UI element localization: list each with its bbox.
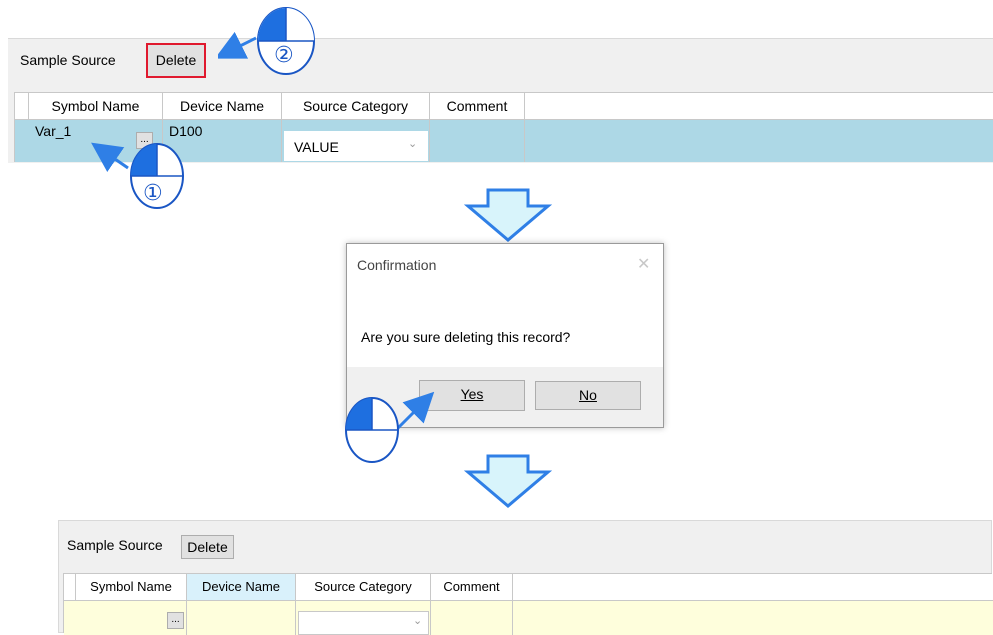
top-delete-button-label: Delete (155, 52, 197, 68)
down-arrow-icon-2 (464, 454, 552, 508)
bottom-row-symbol-cell[interactable]: ... (76, 601, 187, 635)
dialog-yes-label: Yes (460, 386, 484, 402)
bottom-table-row[interactable]: ... ⌄ (64, 600, 993, 635)
top-column-header-source-category[interactable]: Source Category (282, 93, 430, 119)
top-column-header-symbol-name[interactable]: Symbol Name (29, 93, 163, 119)
bottom-row-comment-cell[interactable] (431, 601, 513, 635)
top-row-category-combobox[interactable]: VALUE ⌄ (284, 131, 428, 161)
step2-marker: ② (274, 42, 294, 67)
dialog-close-icon[interactable]: ✕ (637, 254, 650, 274)
bottom-column-header-source-category[interactable]: Source Category (296, 574, 431, 600)
bottom-column-header-symbol-name[interactable]: Symbol Name (76, 574, 187, 600)
top-delete-button[interactable]: Delete (146, 43, 206, 78)
dialog-no-label: No (579, 387, 597, 403)
bottom-row-category-combobox[interactable]: ⌄ (298, 611, 429, 635)
step2-arrow (218, 31, 257, 59)
bottom-delete-button-label: Delete (187, 539, 228, 555)
step1-marker: ① (143, 180, 163, 205)
mouse-step2-icon (218, 7, 315, 75)
click-yes-arrow (396, 391, 435, 430)
mouse-click-yes-icon (345, 391, 435, 463)
mouse-step1-icon (91, 142, 184, 209)
dialog-title: Confirmation (357, 257, 437, 273)
dialog-message: Are you sure deleting this record? (361, 329, 571, 345)
top-column-header-device-name[interactable]: Device Name (163, 93, 282, 119)
bottom-delete-button[interactable]: Delete (181, 535, 234, 559)
bottom-row-device-cell[interactable] (187, 601, 296, 635)
top-column-header-comment[interactable]: Comment (430, 93, 525, 119)
bottom-sample-source-label: Sample Source (67, 537, 163, 553)
bottom-row-header-blank (64, 574, 76, 600)
bottom-column-header-comment[interactable]: Comment (431, 574, 513, 600)
bottom-data-grid: Symbol Name Device Name Source Category … (63, 573, 993, 635)
down-arrow-icon (464, 188, 552, 242)
bottom-row-ellipsis-button[interactable]: ... (167, 612, 184, 629)
chevron-down-icon-2: ⌄ (413, 615, 423, 627)
bottom-row-category-cell[interactable]: ⌄ (296, 601, 431, 635)
dialog-no-button[interactable]: No (535, 381, 641, 410)
bottom-column-header-device-name[interactable]: Device Name (187, 574, 296, 600)
top-row-header-blank (15, 93, 29, 119)
top-sample-source-label: Sample Source (20, 52, 116, 68)
top-row-category-value: VALUE (294, 139, 339, 155)
chevron-down-icon: ⌄ (408, 138, 418, 150)
step1-arrow (91, 142, 129, 172)
top-row-symbol-value: Var_1 (35, 123, 72, 139)
top-row-comment-cell[interactable] (430, 120, 525, 162)
top-row-category-cell[interactable]: VALUE ⌄ (282, 120, 430, 162)
